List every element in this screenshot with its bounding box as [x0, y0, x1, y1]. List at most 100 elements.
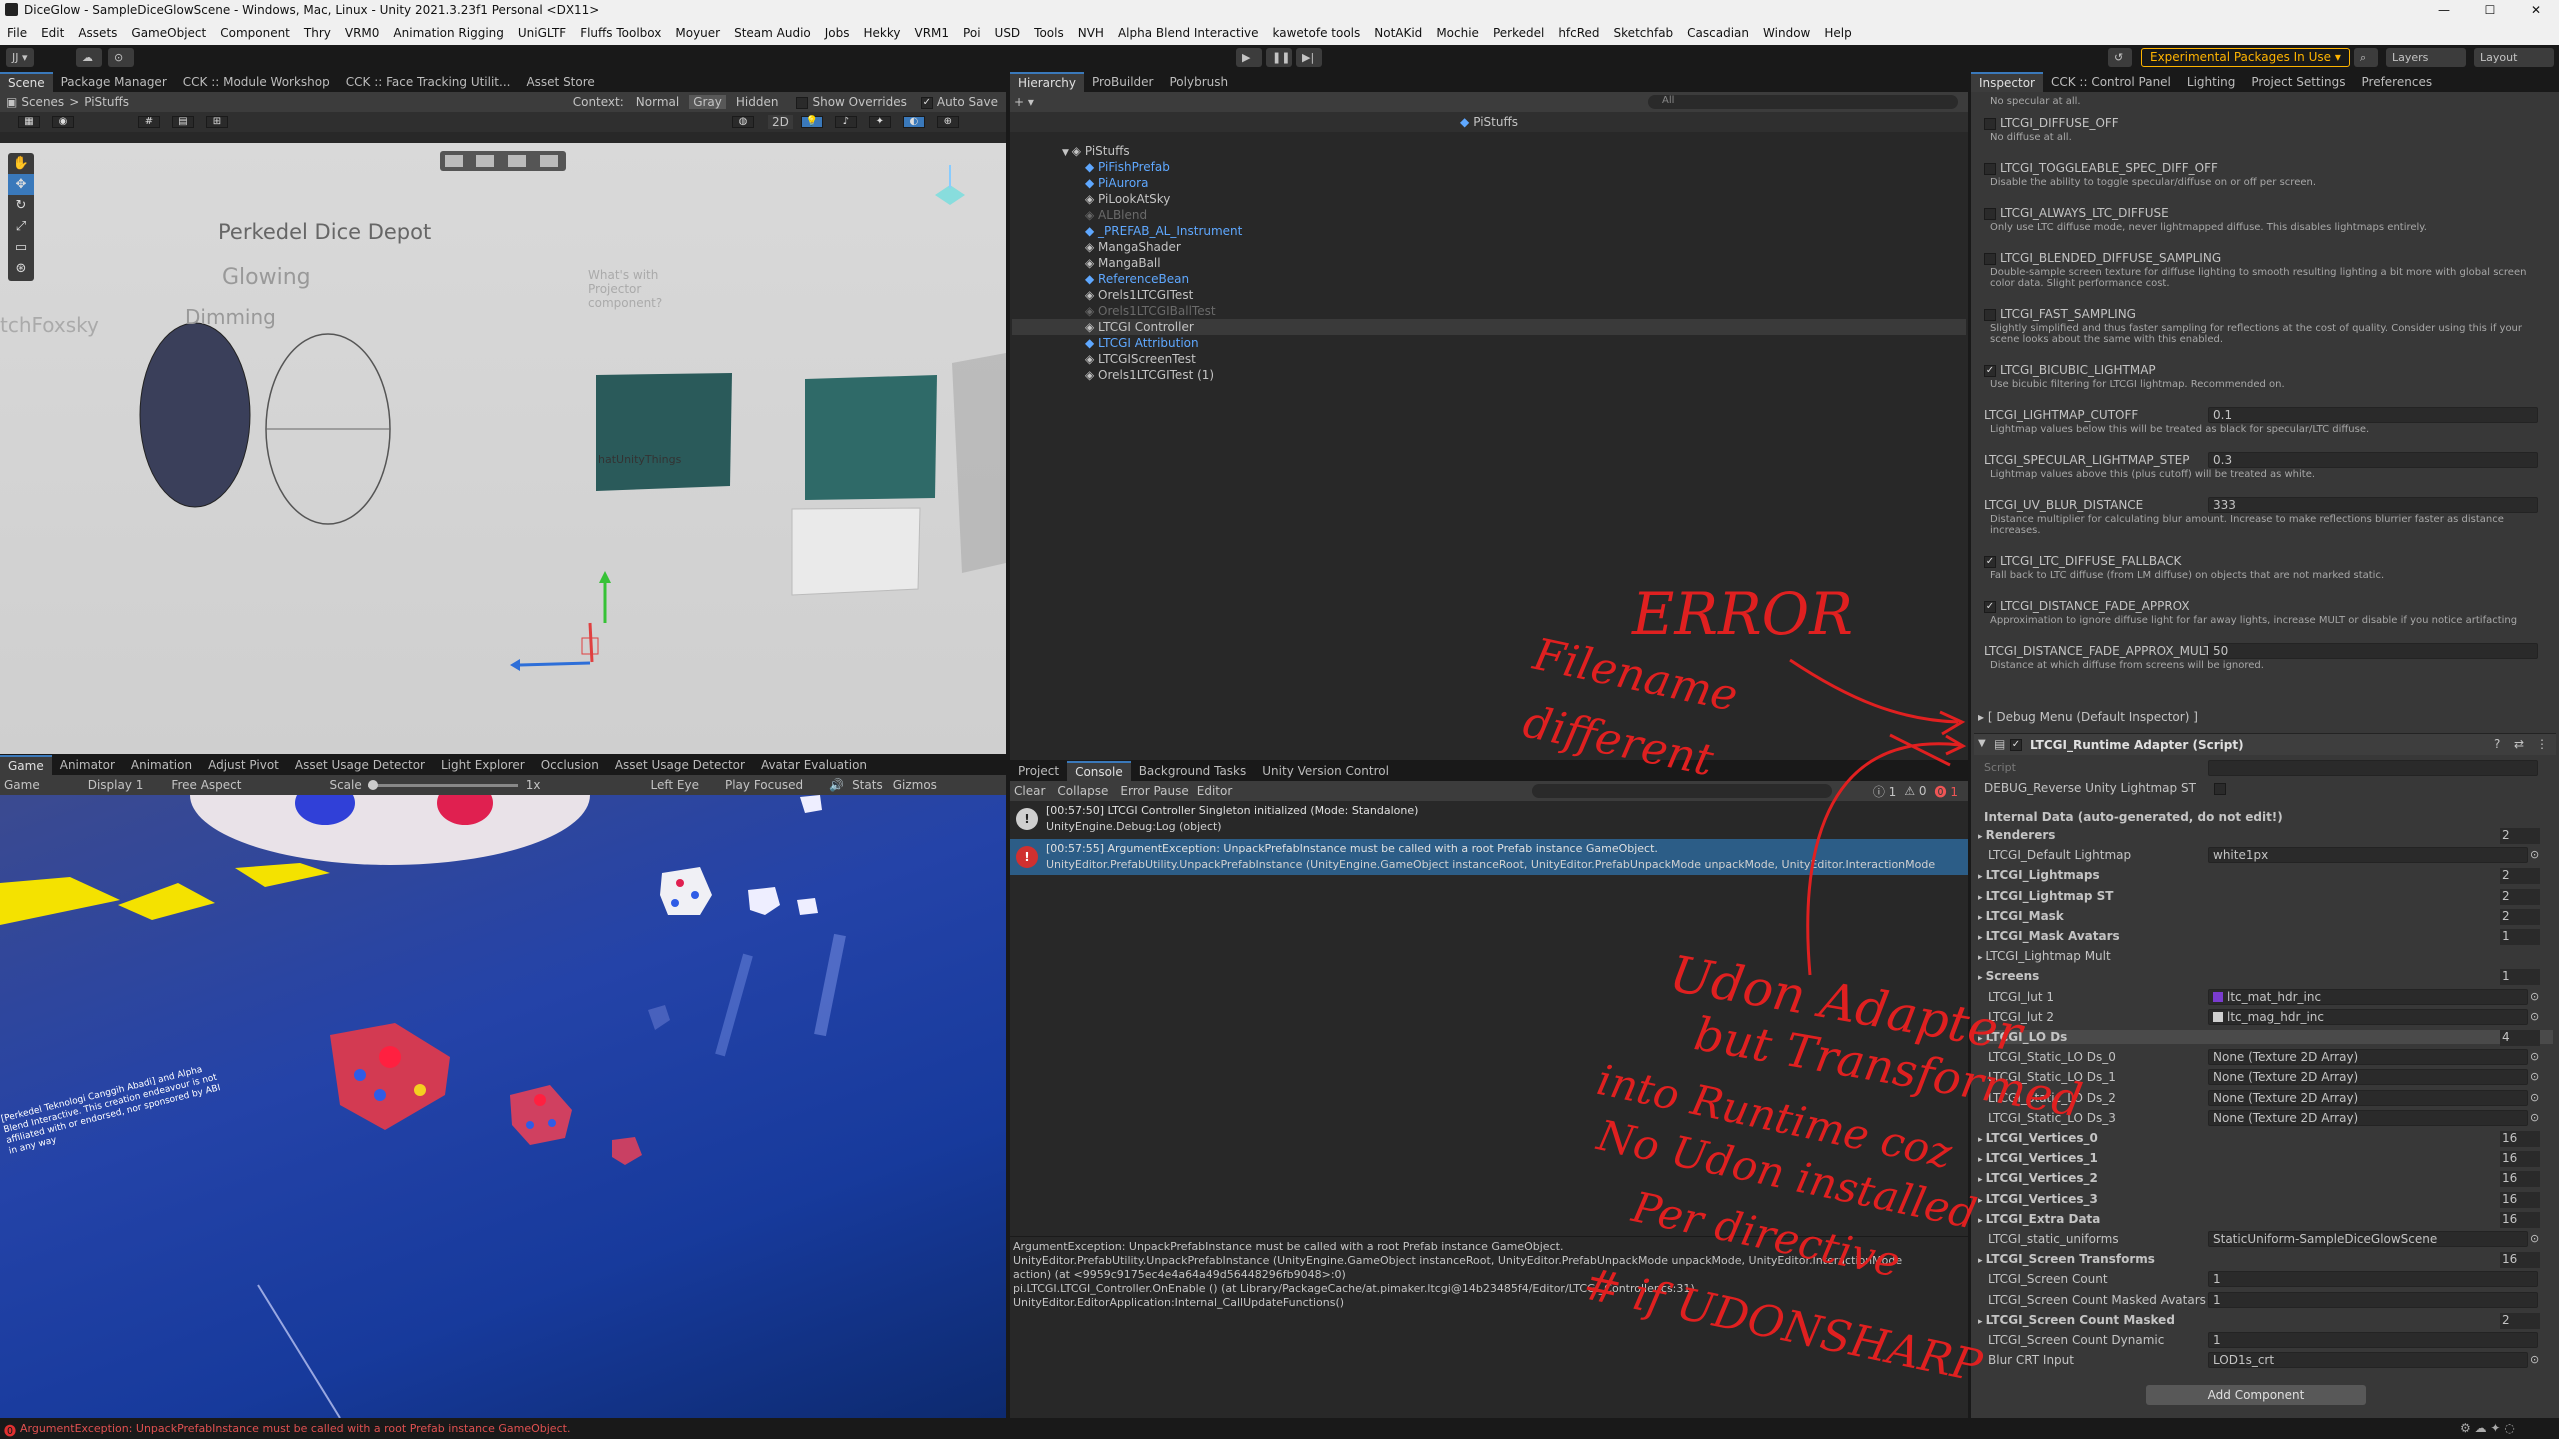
array-size-value[interactable]: 2: [2500, 868, 2540, 885]
tab-game-2[interactable]: Animation: [123, 755, 200, 775]
object-picker-icon[interactable]: ⊙: [2530, 1070, 2539, 1083]
add-component-button[interactable]: Add Component: [2146, 1385, 2366, 1405]
hierarchy-item[interactable]: ◈ LTCGI Controller: [1012, 319, 1966, 335]
foldout-arrow-icon[interactable]: ▸: [1978, 913, 1986, 923]
array-size-value[interactable]: 16: [2500, 1211, 2540, 1228]
array-size-value[interactable]: 4: [2500, 1030, 2540, 1046]
menu-item[interactable]: USD: [988, 20, 1028, 40]
tab-console-2[interactable]: Background Tasks: [1131, 761, 1255, 781]
menu-item[interactable]: Poi: [956, 20, 987, 40]
play-button[interactable]: ▶: [1236, 48, 1262, 67]
scale-tool-icon[interactable]: ⤢: [8, 216, 34, 237]
collab-icon[interactable]: ⊙: [108, 48, 134, 67]
hierarchy-search-input[interactable]: All: [1648, 95, 1958, 109]
grid-snap-icon[interactable]: #: [138, 116, 160, 128]
tab-scene-3[interactable]: CCK :: Face Tracking Utilit...: [338, 72, 519, 92]
object-picker-icon[interactable]: ⊙: [2530, 848, 2539, 861]
eye-dropdown[interactable]: Left Eye: [651, 778, 699, 792]
transform-tool-icon[interactable]: ⊛: [8, 258, 34, 279]
inspector-toggle-row[interactable]: ✓ LTCGI_DISTANCE_FADE_APPROX: [1984, 599, 2190, 613]
component-header[interactable]: ▼ ▤ ✓ LTCGI_Runtime Adapter (Script)? ⇄ ⋮: [1974, 733, 2556, 755]
gizmos-dropdown[interactable]: Gizmos: [893, 778, 937, 792]
foldout-arrow-icon[interactable]: ▸: [1978, 872, 1986, 882]
help-icon[interactable]: ?: [2494, 737, 2500, 751]
foldout-arrow-icon[interactable]: ▸: [1978, 1256, 1986, 1266]
hierarchy-item[interactable]: ◈ PiLookAtSky: [1085, 191, 1170, 207]
maximize-button[interactable]: ☐: [2467, 0, 2513, 20]
foldout-arrow-icon[interactable]: ▼: [1062, 148, 1072, 158]
foldout-arrow-icon[interactable]: ▸: [1978, 1135, 1986, 1145]
kebab-menu-icon[interactable]: ⋮: [2536, 737, 2548, 751]
tab-hierarchy-1[interactable]: ProBuilder: [1084, 72, 1161, 92]
inspector-toggle-row[interactable]: ✓ LTCGI_BICUBIC_LIGHTMAP: [1984, 363, 2156, 377]
menu-item[interactable]: Animation Rigging: [386, 20, 510, 40]
foldout-arrow-icon[interactable]: ▸: [1978, 1175, 1986, 1185]
array-size-value[interactable]: 1: [2500, 969, 2540, 986]
inspector-field-value[interactable]: 333: [2208, 497, 2538, 513]
menu-item[interactable]: Alpha Blend Interactive: [1111, 20, 1266, 40]
search-icon[interactable]: ⌕: [2354, 48, 2378, 67]
history-icon[interactable]: ↺: [2108, 48, 2132, 67]
debug-menu-foldout[interactable]: ▸ [ Debug Menu (Default Inspector) ]: [1978, 710, 2198, 724]
tab-game-5[interactable]: Light Explorer: [433, 755, 533, 775]
hierarchy-root[interactable]: ▼ ◈ PiStuffs: [1062, 143, 1130, 159]
toggle-checkbox[interactable]: ✓: [1984, 600, 1996, 613]
experimental-packages-badge[interactable]: Experimental Packages In Use ▾: [2141, 48, 2350, 67]
draw-mode-icon[interactable]: ▦: [18, 116, 40, 128]
mute-icon[interactable]: 🔊: [829, 778, 844, 792]
debug-reverse-row[interactable]: DEBUG_Reverse Unity Lightmap ST: [1984, 781, 2196, 795]
component-row[interactable]: ▸ LTCGI_Extra Data: [1978, 1212, 2100, 1226]
array-size-value[interactable]: 16: [2500, 1131, 2540, 1147]
menu-item[interactable]: Mochie: [1429, 20, 1486, 40]
tab-game-6[interactable]: Occlusion: [533, 755, 607, 775]
component-row[interactable]: ▸ LTCGI_LO Ds: [1978, 1030, 2553, 1044]
array-size-value[interactable]: 16: [2500, 1191, 2540, 1208]
console-detail-line[interactable]: pi.LTCGI.LTCGI_Controller.OnEnable () (a…: [1013, 1282, 1963, 1295]
inspector-toggle-row[interactable]: LTCGI_FAST_SAMPLING: [1984, 307, 2136, 321]
component-row[interactable]: ▸ LTCGI_Vertices_0: [1978, 1131, 2098, 1145]
array-size-value[interactable]: 16: [2500, 1151, 2540, 1168]
toggle-checkbox[interactable]: [1984, 252, 1996, 265]
component-enabled-checkbox[interactable]: ✓: [2010, 739, 2022, 751]
clear-button[interactable]: Clear: [1014, 784, 1045, 798]
object-picker-icon[interactable]: ⊙: [2530, 1353, 2539, 1366]
array-size-value[interactable]: 2: [2500, 908, 2540, 925]
menu-item[interactable]: Sketchfab: [1607, 20, 1681, 40]
menu-item[interactable]: Component: [213, 20, 297, 40]
tab-scene-2[interactable]: CCK :: Module Workshop: [175, 72, 338, 92]
hierarchy-item[interactable]: ◆ PiAurora: [1085, 175, 1148, 191]
component-row[interactable]: ▸ LTCGI_Screen Count Masked: [1978, 1313, 2175, 1327]
menu-item[interactable]: Jobs: [818, 20, 857, 40]
object-field[interactable]: None (Texture 2D Array): [2208, 1109, 2528, 1126]
component-row[interactable]: ▸ LTCGI_Vertices_3: [1978, 1192, 2098, 1206]
tab-game-4[interactable]: Asset Usage Detector: [287, 755, 433, 775]
error-pause-button[interactable]: Error Pause: [1120, 784, 1188, 798]
object-picker-icon[interactable]: ⊙: [2530, 1111, 2539, 1124]
hierarchy-item[interactable]: ◆ LTCGI Attribution: [1085, 335, 1199, 351]
rotate-tool-icon[interactable]: ↻: [8, 195, 34, 216]
object-picker-icon[interactable]: ⊙: [2530, 1232, 2539, 1245]
array-size-value[interactable]: 16: [2500, 1171, 2540, 1188]
component-row[interactable]: ▸ LTCGI_Lightmap Mult: [1978, 949, 2111, 963]
toggle-checkbox[interactable]: ✓: [1984, 364, 1996, 377]
object-field[interactable]: None (Texture 2D Array): [2208, 1069, 2528, 1086]
menu-item[interactable]: Window: [1756, 20, 1817, 40]
menu-item[interactable]: VRM0: [338, 20, 387, 40]
tab-inspector-2[interactable]: Lighting: [2179, 72, 2244, 92]
hierarchy-item[interactable]: ◈ LTCGIScreenTest: [1085, 351, 1196, 367]
array-size-value[interactable]: 16: [2500, 1252, 2540, 1269]
inspector-toggle-row[interactable]: LTCGI_ALWAYS_LTC_DIFFUSE: [1984, 206, 2169, 220]
object-field[interactable]: None (Texture 2D Array): [2208, 1089, 2528, 1106]
context-hidden[interactable]: Hidden: [736, 95, 779, 109]
menu-item[interactable]: Moyuer: [668, 20, 727, 40]
menu-item[interactable]: hfcRed: [1551, 20, 1606, 40]
tab-game-8[interactable]: Avatar Evaluation: [753, 755, 875, 775]
toggle-2d-button[interactable]: 2D: [768, 115, 793, 129]
foldout-arrow-icon[interactable]: ▸: [1978, 973, 1986, 983]
step-button[interactable]: ▶|: [1296, 48, 1322, 67]
component-row[interactable]: ▸ LTCGI_Lightmap ST: [1978, 889, 2113, 903]
component-row[interactable]: ▸ Screens: [1978, 969, 2039, 983]
console-error-entry[interactable]: ! [00:57:55] ArgumentException: UnpackPre…: [1010, 839, 1968, 875]
foldout-arrow-icon[interactable]: ▸: [1978, 933, 1986, 943]
preset-icon[interactable]: ⇄: [2514, 737, 2524, 751]
